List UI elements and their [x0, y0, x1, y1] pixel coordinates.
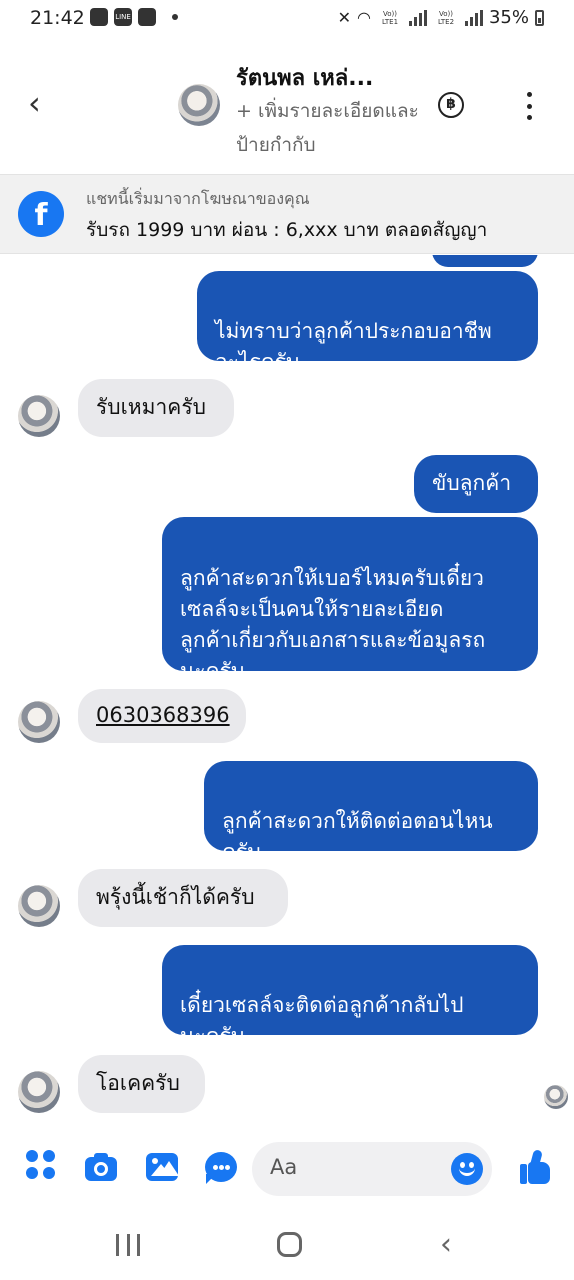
like-thumbs-up-icon[interactable]	[518, 1149, 552, 1184]
message-input[interactable]: Aa	[252, 1142, 492, 1196]
seen-receipt-avatar	[544, 1085, 568, 1109]
message-bubble-partial	[432, 255, 538, 267]
more-vert-icon[interactable]	[518, 92, 540, 120]
status-bar: 21:42 LINE ✕ ◠ Vo)) LTE1 Vo)) LTE2 35%	[0, 0, 574, 38]
more-actions-grid-icon[interactable]	[26, 1150, 60, 1184]
message-notification-icon	[138, 8, 156, 26]
add-details-link[interactable]: + เพิ่มรายละเอียดและป้ายกำกับ	[236, 94, 426, 162]
sim2-network-label: Vo)) LTE2	[437, 9, 455, 26]
message-text: ขับลูกค้า	[432, 471, 512, 495]
camera-icon[interactable]	[84, 1150, 118, 1184]
message-composer: Aa	[0, 1136, 574, 1206]
contact-avatar-small[interactable]	[18, 395, 60, 437]
contact-avatar-small[interactable]	[18, 885, 60, 927]
phone-number-link[interactable]: 0630368396	[96, 703, 230, 727]
contact-avatar-small[interactable]	[18, 701, 60, 743]
sim1-network-label: Vo)) LTE1	[381, 9, 399, 26]
message-bubble-outgoing[interactable]: เดี๋ยวเซลล์จะติดต่อลูกค้ากลับไป นะครับ	[162, 945, 538, 1048]
home-icon[interactable]	[277, 1232, 302, 1257]
message-bubble-incoming[interactable]: โอเคครับ	[78, 1055, 205, 1113]
chat-header: ‹ รัตนพล เหล่... + เพิ่มรายละเอียดและป้า…	[0, 48, 574, 166]
signal2-icon	[464, 9, 483, 26]
line-app-icon: LINE	[114, 8, 132, 26]
status-time: 21:42	[30, 7, 85, 29]
message-text: ไม่ทราบว่าลูกค้าประกอบอาชีพ อะไรครับ	[215, 319, 492, 374]
ad-origin-text: แชทนี้เริ่มมาจากโฆษณาของคุณ	[86, 189, 310, 208]
ad-context-banner[interactable]: f แชทนี้เริ่มมาจากโฆษณาของคุณ รับรถ 1999…	[0, 174, 574, 254]
message-bubble-incoming[interactable]: 0630368396	[78, 689, 246, 743]
emoji-icon[interactable]	[451, 1153, 483, 1185]
contact-avatar[interactable]	[178, 84, 220, 126]
ad-title-text: รับรถ 1999 บาท ผ่อน : 6,xxx บาท ตลอดสัญญ…	[86, 219, 488, 241]
message-text: เดี๋ยวเซลล์จะติดต่อลูกค้ากลับไป นะครับ	[180, 993, 464, 1048]
message-bubble-incoming[interactable]: พรุ้งนี้เช้าก็ได้ครับ	[78, 869, 288, 927]
back-arrow-icon[interactable]: ‹	[28, 87, 58, 119]
nav-back-icon[interactable]: ‹	[440, 1230, 452, 1260]
system-status: ✕ ◠ Vo)) LTE1 Vo)) LTE2 35%	[338, 7, 544, 28]
baht-coin-icon[interactable]: ฿	[438, 92, 464, 118]
contact-name[interactable]: รัตนพล เหล่...	[236, 60, 373, 95]
wifi-icon: ◠	[357, 8, 371, 27]
message-text: ลูกค้าสะดวกให้ติดต่อตอนไหน ครับ	[222, 809, 493, 864]
message-text: ลูกค้าสะดวกให้เบอร์ไหมครับเดี๋ยว เซลล์จะ…	[180, 566, 486, 683]
message-bubble-incoming[interactable]: รับเหมาครับ	[78, 379, 234, 437]
gallery-icon[interactable]	[145, 1150, 179, 1184]
recents-icon[interactable]	[116, 1234, 140, 1256]
message-text: โอเคครับ	[96, 1071, 180, 1095]
facebook-icon: f	[18, 191, 64, 237]
battery-icon	[535, 9, 544, 26]
mute-icon: ✕	[337, 8, 352, 27]
gallery-notification-icon	[90, 8, 108, 26]
message-bubble-outgoing[interactable]: ไม่ทราบว่าลูกค้าประกอบอาชีพ อะไรครับ	[197, 271, 538, 374]
system-nav-bar: ‹	[0, 1210, 574, 1280]
more-notifications-dot-icon	[172, 14, 178, 20]
message-input-placeholder: Aa	[270, 1155, 298, 1179]
notification-icons: LINE	[90, 8, 178, 26]
chat-bubble-icon[interactable]	[204, 1150, 238, 1184]
message-text: พรุ้งนี้เช้าก็ได้ครับ	[96, 885, 255, 909]
message-list[interactable]: ไม่ทราบว่าลูกค้าประกอบอาชีพ อะไรครับ รับ…	[0, 255, 574, 1125]
signal1-icon	[408, 9, 427, 26]
message-bubble-outgoing[interactable]: ลูกค้าสะดวกให้เบอร์ไหมครับเดี๋ยว เซลล์จะ…	[162, 517, 538, 683]
battery-percent: 35%	[488, 7, 529, 28]
message-bubble-outgoing[interactable]: ขับลูกค้า	[414, 455, 538, 513]
message-text: รับเหมาครับ	[96, 395, 206, 419]
message-bubble-outgoing[interactable]: ลูกค้าสะดวกให้ติดต่อตอนไหน ครับ	[204, 761, 538, 864]
contact-avatar-small[interactable]	[18, 1071, 60, 1113]
